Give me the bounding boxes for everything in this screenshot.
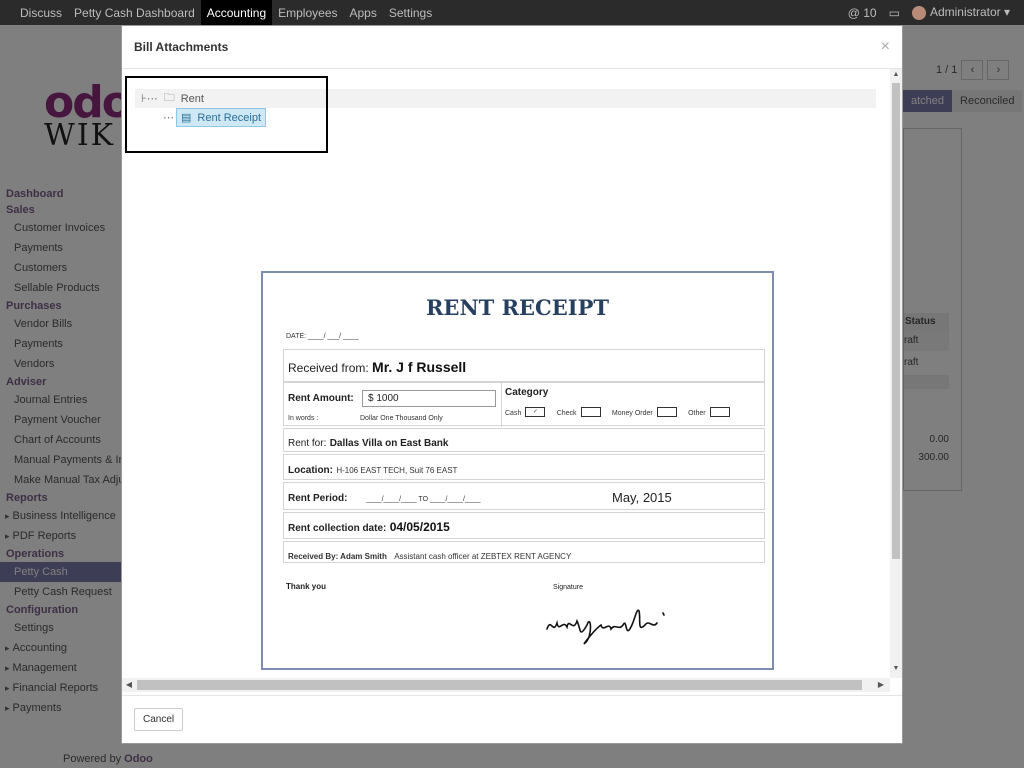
money-order-checkbox — [656, 406, 677, 417]
receipt-date: DATE: ____/ ___/ ____ — [286, 333, 359, 340]
location-value: H-106 EAST TECH, Suit 76 EAST — [336, 466, 458, 475]
rent-period-row: Rent Period: ____/____/____ TO ____/____… — [283, 482, 765, 510]
dialog-header: Bill Attachments × — [122, 26, 902, 69]
scroll-left-arrow-icon[interactable]: ◀ — [122, 678, 136, 692]
menu-settings[interactable]: Settings — [383, 0, 438, 25]
horizontal-scroll-thumb[interactable] — [137, 680, 862, 690]
menu-petty-cash-dashboard[interactable]: Petty Cash Dashboard — [68, 0, 201, 25]
category-options: Cash ✓ Check Money Order Other — [505, 404, 730, 418]
location-row: Location: H-106 EAST TECH, Suit 76 EAST — [283, 454, 765, 480]
dialog-body: ⊦⋯ 🗀 Rent ⋯ ▤ Rent Receipt RENT RECEIPT … — [122, 69, 902, 695]
amount-row: Rent Amount: $ 1000 In words : Dollar On… — [283, 382, 765, 427]
notifications-counter[interactable]: @ 10 — [848, 6, 877, 20]
other-checkbox — [709, 406, 730, 417]
avatar — [911, 5, 926, 20]
user-name: Administrator ▾ — [929, 5, 1010, 20]
chat-icon[interactable]: ▭ — [889, 6, 900, 20]
received-by-row: Received By: Adam Smith Assistant cash o… — [283, 541, 765, 563]
check-checkbox — [580, 406, 601, 417]
scroll-up-arrow-icon[interactable]: ▲ — [890, 71, 902, 83]
thank-you-text: Thank you — [286, 582, 327, 591]
vertical-scroll-thumb[interactable] — [892, 83, 900, 559]
received-from-value: Mr. J f Russell — [372, 359, 467, 375]
vertical-scrollbar[interactable]: ▲ ▼ — [890, 69, 902, 678]
menu-discuss[interactable]: Discuss — [14, 0, 68, 25]
close-icon[interactable]: × — [881, 38, 890, 56]
top-navbar: Discuss Petty Cash Dashboard Accounting … — [0, 0, 1024, 25]
receipt-title: RENT RECEIPT — [425, 295, 609, 320]
app-menu: Discuss Petty Cash Dashboard Accounting … — [0, 0, 438, 25]
menu-employees[interactable]: Employees — [272, 0, 343, 25]
collection-date-value: 04/05/2015 — [389, 520, 450, 534]
rent-period-value: May, 2015 — [612, 490, 672, 505]
received-from-row: Received from: Mr. J f Russell — [283, 349, 765, 382]
horizontal-scrollbar[interactable]: ◀ ▶ — [122, 678, 890, 692]
cash-checkbox: ✓ — [525, 406, 546, 417]
signature-label: Signature — [553, 584, 583, 591]
menu-apps[interactable]: Apps — [344, 0, 383, 25]
signature-image — [546, 609, 665, 645]
highlight-box — [125, 76, 328, 153]
amount-in-words: Dollar One Thousand Only — [360, 415, 443, 422]
rent-amount-value: $ 1000 — [362, 390, 496, 407]
menu-accounting[interactable]: Accounting — [200, 0, 273, 25]
cancel-button[interactable]: Cancel — [134, 708, 184, 731]
bill-attachments-dialog: Bill Attachments × ⊦⋯ 🗀 Rent ⋯ ▤ Rent Re… — [121, 25, 903, 744]
receipt-preview: RENT RECEIPT DATE: ____/ ___/ ____ Recei… — [261, 271, 774, 670]
scroll-down-arrow-icon[interactable]: ▼ — [890, 665, 902, 677]
rent-for-value: Dallas Villa on East Bank — [329, 438, 449, 449]
collection-date-row: Rent collection date: 04/05/2015 — [283, 512, 765, 539]
dialog-footer: Cancel — [122, 695, 902, 743]
scroll-right-arrow-icon[interactable]: ▶ — [874, 678, 888, 692]
user-menu[interactable]: Administrator ▾ — [911, 5, 1010, 20]
dialog-title: Bill Attachments — [134, 40, 229, 54]
rent-for-row: Rent for: Dallas Villa on East Bank — [283, 428, 765, 452]
